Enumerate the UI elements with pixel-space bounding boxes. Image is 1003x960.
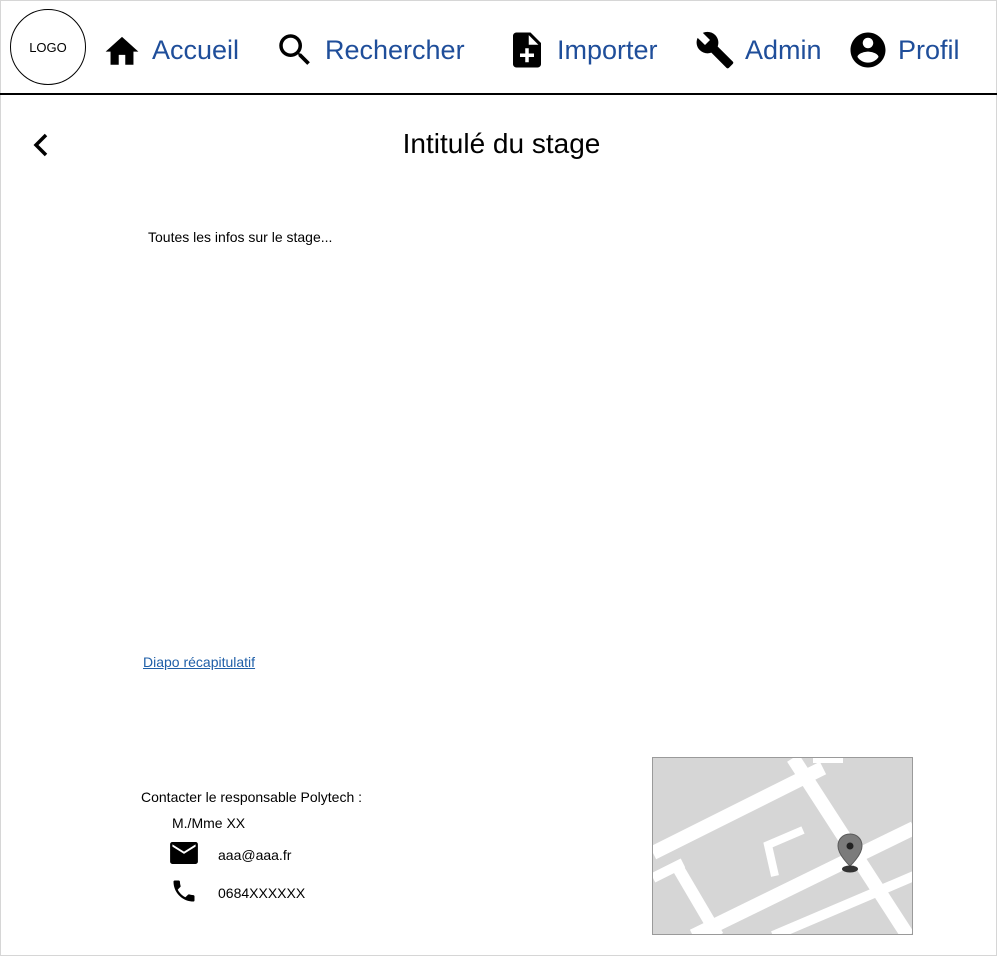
wrench-icon (694, 29, 736, 71)
page-title: Intitulé du stage (402, 128, 601, 159)
nav-importer-label: Importer (557, 34, 658, 65)
mail-icon (170, 841, 198, 869)
contact-phone-row: 0684XXXXXX (170, 877, 305, 910)
phone-icon (170, 877, 198, 910)
contact-phone[interactable]: 0684XXXXXX (218, 885, 305, 901)
contact-email[interactable]: aaa@aaa.fr (218, 847, 291, 863)
nav-importer[interactable]: Importer (506, 28, 658, 72)
map-roads (653, 758, 912, 934)
contact-name: M./Mme XX (172, 815, 246, 831)
contact-email-row: aaa@aaa.fr (170, 841, 291, 869)
location-map[interactable] (652, 757, 913, 935)
account-circle-icon (847, 29, 889, 71)
nav-rechercher[interactable]: Rechercher (274, 28, 465, 72)
home-icon (101, 29, 143, 71)
nav-accueil-label: Accueil (152, 34, 240, 65)
nav-admin-label: Admin (745, 34, 822, 65)
top-nav-bar: LOGO Accueil Rechercher Importer Admin P… (0, 0, 997, 95)
contact-heading: Contacter le responsable Polytech : (141, 789, 363, 805)
nav-accueil[interactable]: Accueil (101, 28, 239, 72)
file-plus-icon (506, 29, 548, 71)
nav-profil-label: Profil (898, 34, 960, 65)
internship-info-text: Toutes les infos sur le stage... (148, 229, 333, 245)
search-icon (274, 29, 316, 71)
logo[interactable]: LOGO (10, 9, 86, 85)
nav-profil[interactable]: Profil (847, 28, 960, 72)
nav-admin[interactable]: Admin (694, 28, 822, 72)
logo-text: LOGO (29, 39, 67, 55)
diapo-recap-link[interactable]: Diapo récapitulatif (143, 654, 255, 670)
nav-rechercher-label: Rechercher (325, 34, 465, 65)
